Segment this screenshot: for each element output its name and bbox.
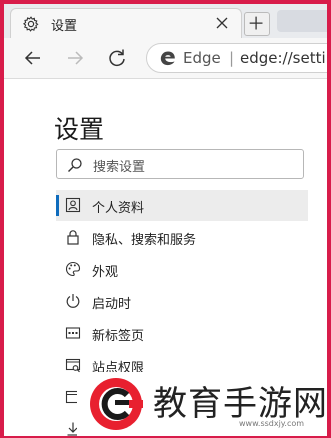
nav-item-privacy[interactable]: 隐私、搜索和服务 (56, 222, 308, 253)
new-tab-page-icon (65, 327, 81, 339)
background-tab[interactable] (277, 10, 327, 32)
palette-icon (65, 261, 81, 277)
nav-item-label: 外观 (92, 265, 119, 280)
watermark-url: www.ssdxjy.com (239, 419, 305, 428)
search-placeholder: 搜索设置 (93, 160, 146, 175)
selected-indicator (56, 195, 59, 216)
back-arrow-icon[interactable] (22, 47, 44, 69)
edge-logo-icon (160, 51, 175, 66)
search-icon (68, 158, 82, 172)
tab-strip: 设置 (4, 4, 327, 38)
nav-item-appearance[interactable]: 外观 (56, 254, 308, 285)
search-input[interactable]: 搜索设置 (56, 149, 304, 179)
lock-icon (67, 230, 79, 245)
new-tab-button[interactable] (244, 12, 270, 36)
forward-arrow-icon[interactable] (64, 47, 86, 69)
toolbar: Edge | edge://settin (4, 38, 327, 79)
tab-settings[interactable]: 设置 (10, 8, 242, 38)
nav-item-label: 个人资料 (92, 201, 145, 216)
page-title: 设置 (54, 115, 105, 144)
profile-icon (65, 197, 81, 213)
reload-icon[interactable] (106, 47, 128, 69)
watermark-banner: 教育手游网 www.ssdxjy.com (77, 372, 327, 436)
nav-item-label: 启动时 (92, 297, 132, 312)
gear-icon (23, 16, 39, 32)
nav-item-startup[interactable]: 启动时 (56, 286, 308, 317)
plus-icon (249, 16, 263, 30)
browser-window: 设置 Edge | edge://settin 设置 搜索设置 个人资料 隐私、… (4, 4, 327, 436)
address-site-label: Edge (183, 49, 221, 67)
watermark-logo-icon (90, 378, 143, 430)
tab-title: 设置 (51, 19, 78, 34)
power-icon (66, 294, 80, 308)
site-permissions-icon (65, 358, 81, 373)
address-bar[interactable]: Edge | edge://settin (146, 43, 327, 73)
nav-item-profile[interactable]: 个人资料 (56, 190, 308, 221)
address-url[interactable]: edge://settin (240, 49, 327, 67)
address-separator: | (229, 49, 235, 67)
nav-item-label: 新标签页 (92, 329, 145, 344)
close-icon[interactable] (211, 12, 233, 34)
nav-item-new-tab-page[interactable]: 新标签页 (56, 318, 308, 349)
nav-item-label: 隐私、搜索和服务 (92, 233, 197, 248)
watermark-text: 教育手游网 (153, 384, 327, 424)
